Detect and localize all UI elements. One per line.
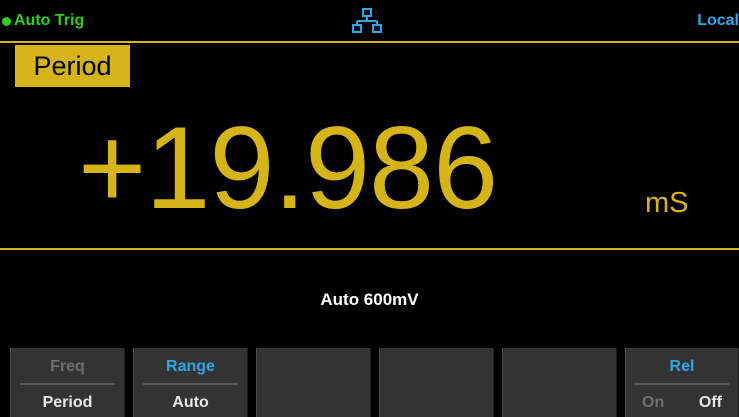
softkey-separator (143, 383, 238, 385)
softkey-value-auto: Auto (172, 394, 209, 411)
measurement-unit: mS (645, 187, 689, 219)
softkey-freq-period[interactable]: Freq Period (10, 348, 125, 417)
trigger-indicator-icon (2, 17, 11, 26)
range-info: Auto 600mV (320, 290, 419, 309)
softkey-separator (20, 383, 115, 385)
status-divider (0, 41, 739, 43)
function-label: Period (15, 45, 130, 87)
softkey-rel[interactable]: Rel On Off (625, 348, 739, 417)
softkey-bar: Freq Period Range Auto Rel On Off (10, 348, 739, 417)
multimeter-display: Auto Trig Local Period +19.986 mS Auto 6… (0, 0, 739, 417)
softkey-blank-3[interactable] (256, 348, 371, 417)
reading-divider (0, 248, 739, 250)
softkey-label-rel: Rel (669, 358, 695, 375)
measurement-value: +19.986 (78, 102, 498, 233)
rel-off-option: Off (698, 394, 722, 411)
trigger-status: Auto Trig (14, 12, 85, 29)
softkey-blank-4[interactable] (379, 348, 494, 417)
remote-state: Local (697, 12, 739, 29)
rel-on-option: On (642, 394, 665, 411)
softkey-separator (635, 383, 729, 385)
softkey-label-period: Period (42, 394, 93, 411)
status-bar: Auto Trig Local (0, 0, 739, 40)
softkey-label-range: Range (166, 358, 215, 375)
softkey-range[interactable]: Range Auto (133, 348, 248, 417)
softkey-blank-5[interactable] (502, 348, 617, 417)
lan-network-icon (352, 8, 382, 33)
softkey-label-freq: Freq (50, 358, 85, 375)
